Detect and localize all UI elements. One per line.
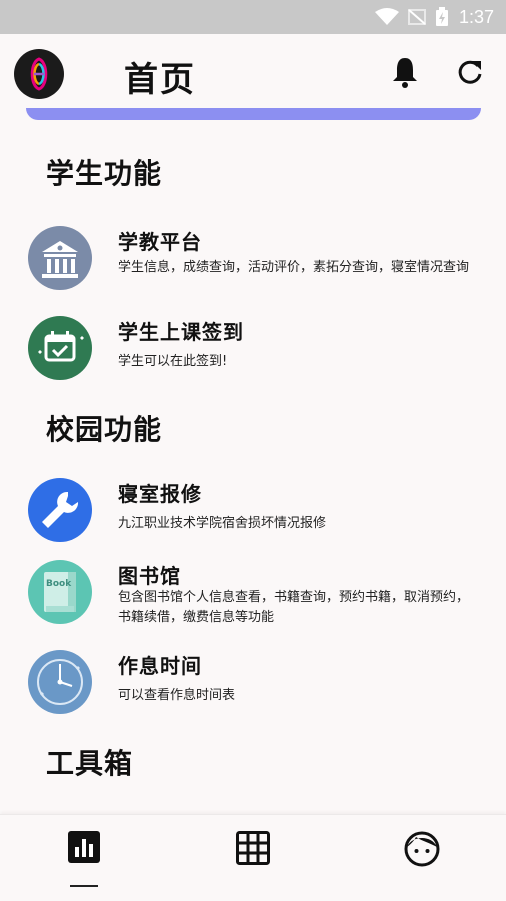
- item-title: 作息时间: [118, 654, 202, 678]
- calendar-check-icon: [28, 316, 92, 380]
- section-title-campus: 校园功能: [46, 413, 163, 446]
- wrench-icon: [28, 478, 92, 542]
- item-title: 图书馆: [118, 564, 181, 588]
- face-icon[interactable]: [404, 831, 440, 867]
- list-item-teaching-platform[interactable]: 学教平台 学生信息，成绩查询，活动评价，素拓分查询，寝室情况查询: [0, 222, 506, 298]
- avatar[interactable]: [14, 49, 64, 99]
- svg-text:Book: Book: [46, 579, 72, 589]
- bank-building-icon: [28, 226, 92, 290]
- status-time: 1:37: [458, 6, 494, 27]
- item-title: 寝室报修: [118, 482, 202, 506]
- page-title: 首页: [124, 60, 196, 100]
- item-title: 学生上课签到: [118, 320, 244, 344]
- item-subtitle: 学生可以在此签到!: [118, 354, 228, 369]
- section-title-tools: 工具箱: [46, 747, 134, 780]
- bell-icon[interactable]: [390, 56, 420, 88]
- item-subtitle-line2: 书籍续借，缴费信息等功能: [118, 610, 275, 625]
- item-subtitle: 九江职业技术学院宿舍损坏情况报修: [118, 516, 327, 531]
- battery-charging-icon: [435, 7, 448, 26]
- list-item-schedule[interactable]: 作息时间 可以查看作息时间表: [0, 646, 506, 722]
- list-item-library[interactable]: Book 图书馆 包含图书馆个人信息查看，书籍查询，预约书籍，取消预约， 书籍续…: [0, 556, 506, 632]
- list-item-dorm-repair[interactable]: 寝室报修 九江职业技术学院宿舍损坏情况报修: [0, 474, 506, 550]
- no-signal-icon: [407, 9, 426, 25]
- section-title-student: 学生功能: [46, 157, 163, 190]
- item-subtitle: 学生信息，成绩查询，活动评价，素拓分查询，寝室情况查询: [118, 260, 470, 275]
- bar-chart-icon[interactable]: [68, 831, 100, 863]
- bottom-nav: [0, 814, 506, 901]
- refresh-icon[interactable]: [456, 58, 484, 86]
- active-tab-indicator: [70, 885, 98, 887]
- book-icon: Book: [28, 560, 92, 624]
- item-subtitle: 包含图书馆个人信息查看，书籍查询，预约书籍，取消预约，: [118, 590, 470, 605]
- list-item-class-checkin[interactable]: 学生上课签到 学生可以在此签到!: [0, 312, 506, 388]
- app-bar: 首页: [0, 34, 506, 116]
- item-subtitle: 可以查看作息时间表: [118, 688, 236, 703]
- logo-icon: [30, 57, 48, 91]
- grid-icon[interactable]: [236, 831, 270, 865]
- clock-icon: [28, 650, 92, 714]
- item-title: 学教平台: [118, 230, 202, 254]
- wifi-icon: [374, 8, 399, 25]
- status-bar: 1:37: [0, 0, 506, 34]
- banner-card[interactable]: [26, 108, 481, 120]
